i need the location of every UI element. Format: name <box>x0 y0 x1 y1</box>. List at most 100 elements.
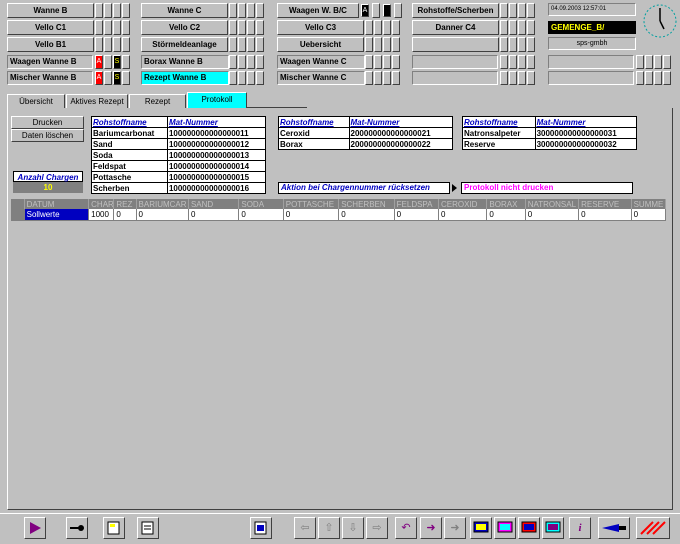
indicator <box>229 55 237 69</box>
print-button[interactable]: Drucken <box>11 116 84 129</box>
row-header-corner <box>11 199 25 209</box>
status-rezept-wanne-b[interactable]: Rezept Wanne B <box>141 71 229 85</box>
table-row: Bariumcarbonat 100000000000000011 <box>91 127 267 139</box>
indicator <box>392 20 400 35</box>
status-empty <box>412 55 498 69</box>
edit-icon[interactable] <box>103 517 125 539</box>
indicator <box>229 20 237 35</box>
status-waagen-wanne-b[interactable]: Waagen Wanne B <box>7 55 93 69</box>
nav-vello-c2[interactable]: Vello C2 <box>141 20 228 35</box>
indicator <box>256 55 264 69</box>
nav-stoermeldeanlage[interactable]: Störmeldeanlage <box>141 37 228 52</box>
monitor-icon[interactable] <box>494 517 516 539</box>
indicator <box>95 20 103 35</box>
charges-label: Anzahl Chargen <box>13 171 83 182</box>
nav-vello-c3[interactable]: Vello C3 <box>277 20 364 35</box>
indicator <box>238 20 246 35</box>
col-pottasche[interactable]: POTTASCHE <box>283 199 340 209</box>
nav-vello-c1[interactable]: Vello C1 <box>7 20 94 35</box>
play-icon[interactable] <box>24 517 46 539</box>
indicator <box>518 37 526 52</box>
indicator <box>527 3 535 18</box>
indicator <box>383 71 391 85</box>
col-rez[interactable]: REZ <box>113 199 137 209</box>
indicator <box>365 55 373 69</box>
status-empty <box>412 71 498 85</box>
indicator <box>527 20 535 35</box>
col-borax[interactable]: BORAX <box>486 199 526 209</box>
indicator <box>654 71 662 85</box>
exit-icon[interactable] <box>636 517 670 539</box>
nav-vello-b1[interactable]: Vello B1 <box>7 37 94 52</box>
table-row: Soda 100000000000000013 <box>91 149 267 161</box>
col-ceroxid[interactable]: CEROXID <box>438 199 488 209</box>
arrow-right-icon[interactable]: ⇨ <box>366 517 388 539</box>
status-waagen-wanne-c[interactable]: Waagen Wanne C <box>277 55 365 69</box>
forward-icon[interactable]: ➜ <box>420 517 442 539</box>
document-icon[interactable] <box>137 517 159 539</box>
tab-protokoll[interactable]: Protokoll <box>187 92 247 108</box>
col-soda[interactable]: SODA <box>238 199 284 209</box>
indicator <box>394 3 402 18</box>
col-feldspa[interactable]: FELDSPA <box>394 199 440 209</box>
nav-empty[interactable] <box>412 37 499 52</box>
nav-rohstoffe[interactable]: Rohstoffe/Scherben <box>412 3 499 18</box>
row-label[interactable]: Sollwerte <box>24 209 90 221</box>
delete-data-button[interactable]: Daten löschen <box>11 129 84 142</box>
indicator <box>238 3 246 18</box>
nav-uebersicht[interactable]: Uebersicht <box>277 37 364 52</box>
arrow-up-icon[interactable]: ⇧ <box>318 517 340 539</box>
indicator <box>374 20 382 35</box>
col-scherben[interactable]: SCHERBEN <box>338 199 395 209</box>
info-icon[interactable]: i <box>569 517 591 539</box>
row-selector[interactable] <box>11 209 25 221</box>
table-row: Natronsalpeter 300000000000000031 <box>462 127 638 139</box>
indicator <box>229 37 237 52</box>
reset-action-option[interactable]: Aktion bei Chargennummer rücksetzen <box>278 182 450 194</box>
col-datum[interactable]: DATUM <box>24 199 90 209</box>
next-icon[interactable]: ➜ <box>444 517 466 539</box>
alarm-monitor-icon[interactable] <box>518 517 540 539</box>
status-borax-wanne-b[interactable]: Borax Wanne B <box>141 55 229 69</box>
col-natronsal[interactable]: NATRONSAL <box>525 199 580 209</box>
protocol-grid: DATUM CHAR REZ BARIUMCAR SAND SODA POTTA… <box>11 199 667 221</box>
nav-wanne-c[interactable]: Wanne C <box>141 3 228 18</box>
col-char[interactable]: CHAR <box>88 199 115 209</box>
status-mischer-wanne-b[interactable]: Mischer Wanne B <box>7 71 93 85</box>
nav-danner-c4[interactable]: Danner C4 <box>412 20 499 35</box>
tool-icon[interactable] <box>598 517 630 539</box>
no-print-option[interactable]: Protokoll nicht drucken <box>461 182 633 194</box>
export-icon[interactable] <box>250 517 272 539</box>
arrow-left-icon[interactable]: ⇦ <box>294 517 316 539</box>
col-bariumcar[interactable]: BARIUMCAR <box>136 199 189 209</box>
indicator <box>392 71 400 85</box>
alarm-badge: A <box>95 71 103 85</box>
indicator <box>383 37 391 52</box>
nav-wanne-b[interactable]: Wanne B <box>7 3 94 18</box>
status-mischer-wanne-c[interactable]: Mischer Wanne C <box>277 71 365 85</box>
nav-waagen-bc[interactable]: Waagen W. B/C <box>277 3 359 18</box>
charges-value[interactable]: 10 <box>13 182 83 193</box>
indicator <box>104 37 112 52</box>
indicator <box>518 71 526 85</box>
col-sand[interactable]: SAND <box>188 199 240 209</box>
col-reserve[interactable]: RESERVE <box>578 199 632 209</box>
table-row: Reserve 300000000000000032 <box>462 138 638 150</box>
col-summe[interactable]: SUMME <box>631 199 667 209</box>
tab-uebersicht[interactable]: Übersicht <box>7 94 65 108</box>
indicator <box>238 71 246 85</box>
indicator <box>500 20 508 35</box>
indicator <box>247 55 255 69</box>
computer-icon[interactable] <box>470 517 492 539</box>
arrow-down-icon[interactable]: ⇩ <box>342 517 364 539</box>
system-icon[interactable] <box>542 517 564 539</box>
datetime-display: 04.09.2003 12:57:01 <box>548 3 636 16</box>
alarm-badge: A <box>95 55 103 69</box>
undo-icon[interactable]: ↶ <box>395 517 417 539</box>
key-icon[interactable] <box>66 517 88 539</box>
tab-aktives-rezept[interactable]: Aktives Rezept <box>66 94 128 108</box>
indicator <box>383 4 391 17</box>
tab-rezept[interactable]: Rezept <box>129 94 186 108</box>
indicator <box>256 37 264 52</box>
gemenge-display: GEMENGE_B/ <box>548 21 636 34</box>
